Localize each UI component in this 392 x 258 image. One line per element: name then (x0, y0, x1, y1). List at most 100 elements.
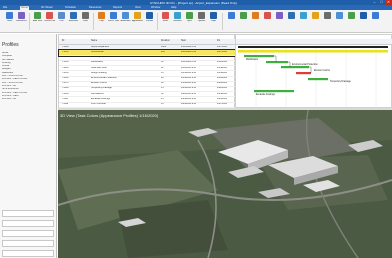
ribbon-right-button[interactable] (262, 12, 273, 30)
property-field[interactable] (2, 240, 54, 247)
table-cell-start: 4/11/2020 8:00 (181, 50, 197, 53)
focus-time-button[interactable]: Focus Time (108, 12, 119, 30)
profiles-button[interactable]: Profiles (144, 12, 155, 30)
property-field[interactable] (2, 230, 54, 237)
table-cell-start: 4/18/2020 8:00 (181, 82, 197, 85)
link-button[interactable]: Link (56, 12, 67, 30)
table-row[interactable]: T1110 Pour Concrete 15 4/26/2020 8:00 4/27/2… (59, 102, 236, 108)
help-icon (210, 12, 217, 19)
add-task-icon (34, 12, 41, 19)
tab-home[interactable]: Home (20, 5, 29, 10)
table-cell-id: T1100 (62, 97, 69, 100)
property-field[interactable] (2, 250, 54, 257)
ribbon-right-button[interactable] (334, 12, 345, 30)
table-cell-fin: 4/27/2020 (217, 102, 228, 105)
table-cell-duration: 15 (161, 87, 164, 90)
table-cell-fin: 4/18/2020 (217, 56, 228, 59)
ribbon-right-button[interactable] (250, 12, 261, 30)
ribbon-separator (93, 13, 94, 30)
ribbon-right-button[interactable] (286, 12, 297, 30)
tab-help[interactable]: Help (170, 6, 177, 10)
table-cell-name: Erosion Control (91, 82, 107, 85)
tab-4d-viewer[interactable]: 4D Viewer (40, 6, 54, 10)
ribbon-separator (222, 13, 223, 30)
ribbon-right-button[interactable] (310, 12, 321, 30)
schedule-grid: ID Name Duration Start Fin T1000 Airport … (58, 34, 237, 108)
help-button[interactable]: Help (208, 12, 219, 30)
filter-icon (82, 12, 89, 19)
ribbon-right-button[interactable] (370, 12, 381, 30)
baselines-button[interactable]: Baselines (68, 12, 79, 30)
table-cell-duration: 30 (161, 82, 164, 85)
gantt-summary-bar (238, 46, 388, 48)
table-cell-fin: 4/24/2020 (217, 92, 228, 95)
ribbon-right-button[interactable] (322, 12, 333, 30)
tab-file[interactable]: File (2, 6, 8, 10)
filter-button[interactable]: Filter (80, 12, 91, 30)
table-cell-id: T1050 (62, 71, 69, 74)
ribbon-separator (29, 13, 30, 30)
table-cell-name: Clear and Grub (91, 66, 107, 69)
tab-view[interactable]: View (134, 6, 142, 10)
risks-button[interactable]: Risks (160, 12, 171, 30)
table-cell-start: 4/22/2020 8:00 (181, 92, 197, 95)
critical-path-icon (46, 12, 53, 19)
ribbon-right-button[interactable] (298, 12, 309, 30)
tab-window[interactable]: Window (150, 6, 161, 10)
ribbon-right-button[interactable] (226, 12, 237, 30)
table-cell-id: T1030 (62, 61, 69, 64)
gantt-label: Temporary Drainage (330, 81, 351, 83)
ribbon-right-button[interactable] (358, 12, 369, 30)
table-cell-fin: 4/26/2020 (217, 97, 228, 100)
table-cell-id: T1020 (62, 56, 69, 59)
ribbon-right-button[interactable] (238, 12, 249, 30)
options-button[interactable]: Options (196, 12, 207, 30)
resources-button[interactable]: Resources (16, 12, 27, 30)
table-cell-duration: 20 (161, 66, 164, 69)
table-cell-fin: 4/18/2020 (217, 76, 228, 79)
table-cell-fin: 4/27/2020 (217, 45, 228, 48)
tasks-button[interactable]: Tasks (4, 12, 15, 30)
resources-icon (18, 12, 25, 19)
3d-viewport[interactable]: 3D View (Task Colors (Appearance Profile… (58, 110, 392, 258)
profiles-icon (146, 12, 153, 19)
critical-path-button[interactable]: Critical Path (44, 12, 55, 30)
table-cell-start: 4/14/2020 8:00 (181, 71, 197, 74)
table-cell-start: 4/16/2020 8:00 (181, 76, 197, 79)
animation-icon (122, 12, 129, 19)
appearance-button[interactable]: Appearance (132, 12, 143, 30)
tab-reports[interactable]: Reports (112, 6, 123, 10)
ribbon-right-button[interactable] (274, 12, 285, 30)
ribbon-right-button[interactable] (346, 12, 357, 30)
table-cell-duration: 10 (161, 61, 164, 64)
profiles-panel: Profiles Active Complete Not Started Wor… (0, 34, 57, 258)
add-task-button[interactable]: Add Task (32, 12, 43, 30)
table-cell-name: Site Preparation (91, 56, 108, 59)
animation-button[interactable]: Animation (120, 12, 131, 30)
tab-schedule[interactable]: Schedule (64, 6, 77, 10)
tab-resources[interactable]: Resources (88, 6, 102, 10)
column-header-start[interactable]: Start (181, 40, 186, 42)
column-header-name[interactable]: Name (91, 40, 97, 42)
sync-button[interactable]: Sync (184, 12, 195, 30)
gantt-task-bar (254, 90, 294, 93)
risks-icon (162, 12, 169, 19)
table-cell-fin: 4/12/2020 (217, 61, 228, 64)
gantt-label: Mobilization (246, 59, 259, 61)
play-button[interactable]: Play (96, 12, 107, 30)
profiles-list: Active Complete Not Started Working Crit… (2, 52, 55, 101)
list-item[interactable]: INSTALL - 4D (2, 98, 55, 101)
column-header-id[interactable]: ID (62, 40, 64, 42)
table-cell-fin: 4/27/2020 (217, 50, 228, 53)
column-header-duration[interactable]: Duration (161, 40, 170, 42)
weather-button[interactable]: Weather (172, 12, 183, 30)
property-field[interactable] (2, 220, 54, 227)
table-cell-duration: 15 (161, 97, 164, 100)
column-header-fin[interactable]: Fin (217, 40, 220, 42)
table-cell-id: T1040 (62, 66, 69, 69)
table-cell-id: T1110 (62, 102, 69, 105)
appearance-icon (134, 12, 141, 19)
property-field[interactable] (2, 210, 54, 217)
table-cell-duration: 30 (161, 92, 164, 95)
gantt-critical-bar (296, 72, 311, 75)
